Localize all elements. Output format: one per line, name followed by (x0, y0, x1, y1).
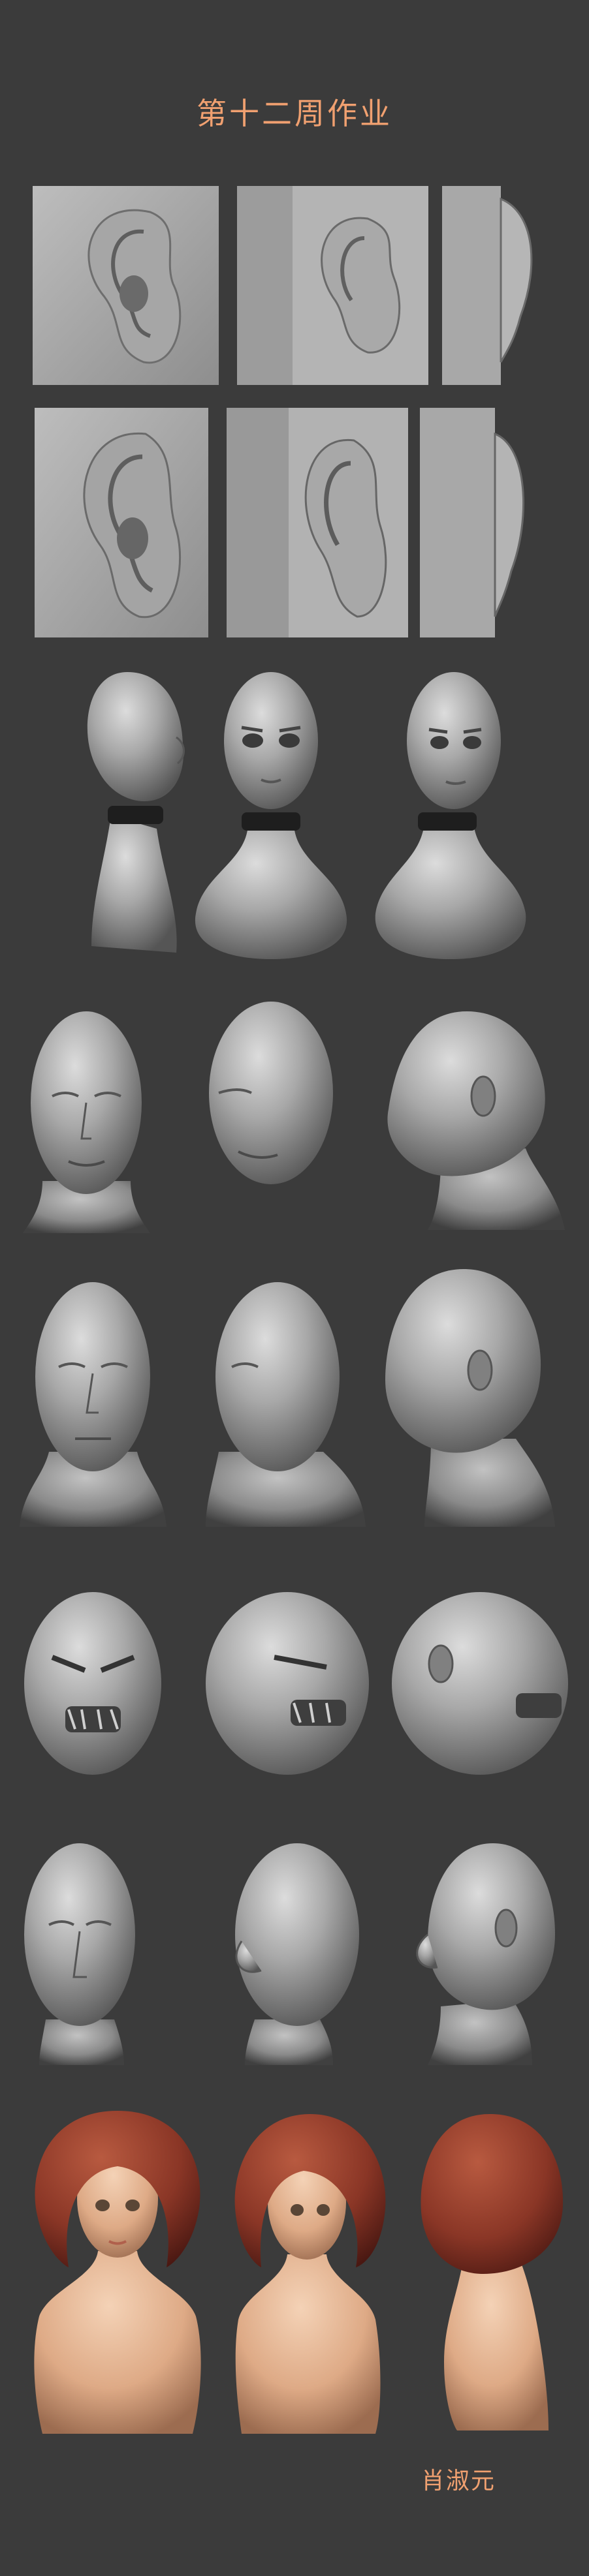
ogre-head-side (389, 1586, 571, 1778)
man-bust-three-quarter (180, 1269, 369, 1527)
female-bust-side (65, 666, 196, 959)
ear-side-tile-2 (420, 408, 531, 637)
elderly-head-side (402, 1837, 562, 2065)
page-title: 第十二周作业 (197, 96, 392, 131)
ear-front-tile-2 (35, 408, 208, 637)
ogre-head-three-quarter (196, 1586, 372, 1778)
ear-front-tile (33, 186, 219, 385)
elderly-head-front (16, 1837, 144, 2065)
author-signature: 肖淑元 (421, 2468, 496, 2494)
painted-girl-bust-side (411, 2101, 568, 2430)
ear-side-tile (442, 186, 539, 385)
old-man-head-three-quarter (193, 989, 343, 1223)
man-bust-side (366, 1263, 558, 1527)
ogre-head-front (20, 1586, 167, 1778)
elderly-head-three-quarter (215, 1837, 366, 2065)
female-bust-front (189, 666, 353, 959)
old-man-head-front (16, 998, 157, 1233)
painted-girl-bust-three-quarter (219, 2098, 389, 2434)
ear-three-quarter-tile (237, 186, 428, 385)
painted-girl-bust-front (23, 2094, 212, 2434)
old-man-head-side (369, 998, 568, 1230)
female-bust-three-quarter (369, 666, 532, 959)
ear-three-quarter-tile-2 (227, 408, 408, 637)
man-bust-front (16, 1269, 170, 1527)
